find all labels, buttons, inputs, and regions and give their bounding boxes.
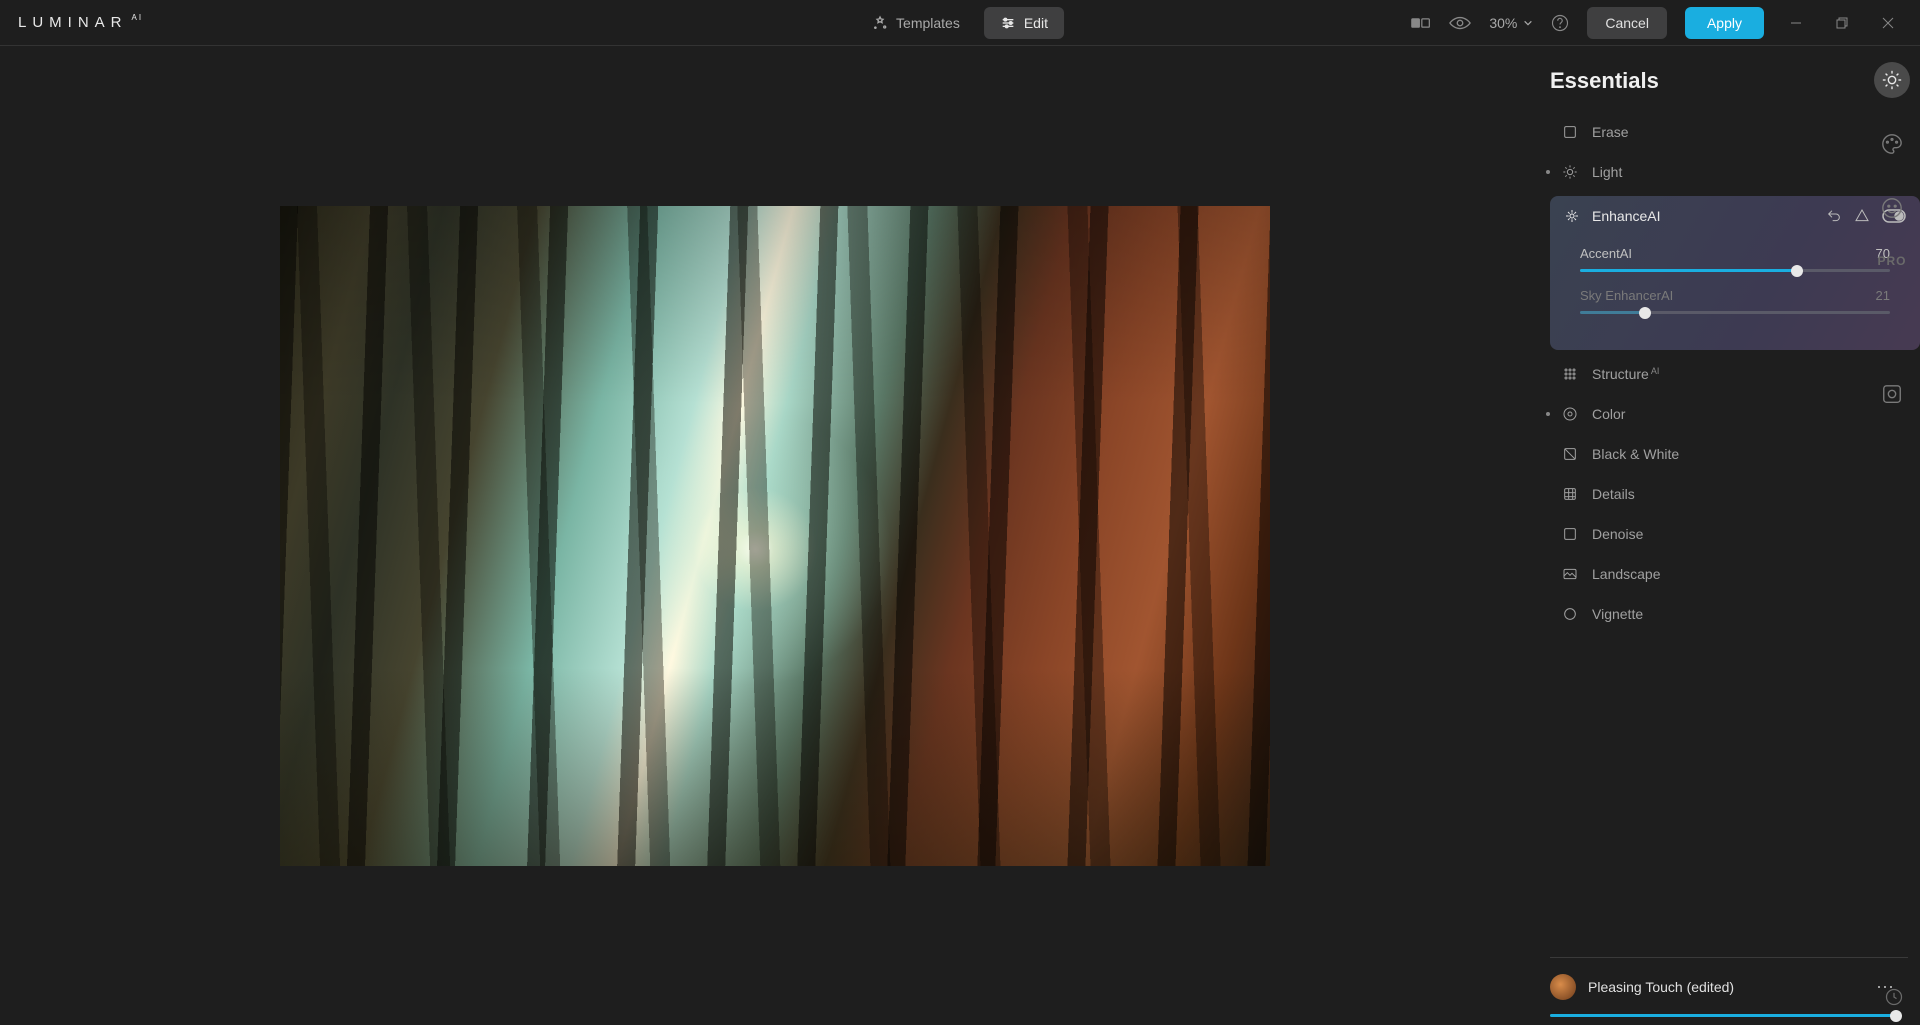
preset-name[interactable]: Pleasing Touch (edited) [1588,979,1864,995]
sky-slider-group: Sky EnhancerAI 21 [1580,288,1890,314]
sky-slider-thumb[interactable] [1639,307,1651,319]
tool-label: Details [1592,486,1635,502]
rail-creative-icon[interactable] [1874,126,1910,162]
history-icon[interactable] [1884,987,1904,1007]
landscape-icon [1562,566,1578,582]
accent-slider[interactable] [1580,269,1890,272]
bw-icon [1562,446,1578,462]
logo-text: LUMINAR [18,14,128,31]
preset-amount-slider[interactable] [1550,1014,1896,1017]
top-bar: LUMINAR AI Templates Edit 30% [0,0,1920,46]
vignette-icon [1562,606,1578,622]
accent-label: Accent [1580,246,1620,261]
rail-local-mask-icon[interactable] [1874,376,1910,412]
undo-icon[interactable] [1826,208,1842,224]
rail-portrait-icon[interactable] [1874,190,1910,226]
apply-button[interactable]: Apply [1685,7,1764,39]
category-rail: PRO [1864,46,1920,412]
zoom-value: 30% [1489,15,1517,31]
tool-label: Light [1592,164,1622,180]
eye-icon[interactable] [1449,15,1471,31]
logo-ai-badge: AI [132,13,144,22]
tool-label: Structure [1592,366,1649,382]
window-close[interactable] [1874,13,1902,33]
accent-slider-thumb[interactable] [1791,265,1803,277]
window-minimize[interactable] [1782,13,1810,33]
ai-badge: AI [1661,288,1673,303]
cancel-button[interactable]: Cancel [1587,7,1667,39]
tool-label: Landscape [1592,566,1661,582]
zoom-dropdown[interactable]: 30% [1489,15,1533,31]
ai-badge: AI [1651,366,1660,376]
tool-label: Denoise [1592,526,1643,542]
tool-vignette[interactable]: Vignette [1550,594,1920,634]
accent-slider-group: AccentAI 70 [1580,246,1890,272]
preset-bar: Pleasing Touch (edited) ⋯ [1550,957,1908,1025]
canvas-area [0,46,1550,1025]
ai-badge: AI [1620,246,1632,261]
tool-label: Erase [1592,124,1629,140]
light-icon [1562,164,1578,180]
erase-icon [1562,124,1578,140]
tool-denoise[interactable]: Denoise [1550,514,1920,554]
rail-essentials-icon[interactable] [1874,62,1910,98]
edit-label: Edit [1024,15,1048,31]
sky-label: Sky Enhancer [1580,288,1661,303]
top-right-controls: 30% Cancel Apply [1411,7,1902,39]
tool-landscape[interactable]: Landscape [1550,554,1920,594]
structure-icon [1562,366,1578,382]
tool-label: Black & White [1592,446,1679,462]
main-area: Essentials Erase Light EnhanceAI [0,46,1920,1025]
edit-tab[interactable]: Edit [984,7,1064,39]
chevron-down-icon [1523,18,1533,28]
sky-slider[interactable] [1580,311,1890,314]
preset-thumbnail[interactable] [1550,974,1576,1000]
window-maximize[interactable] [1828,13,1856,33]
templates-label: Templates [896,15,960,31]
tool-label: Vignette [1592,606,1643,622]
tool-label: Color [1592,406,1625,422]
tool-details[interactable]: Details [1550,474,1920,514]
help-icon[interactable] [1551,14,1569,32]
templates-tab[interactable]: Templates [856,7,976,39]
modified-dot [1546,412,1550,416]
photo-canvas[interactable] [280,206,1270,866]
sliders-icon [1000,15,1016,31]
enhance-label: Enhance [1592,208,1647,224]
app-logo: LUMINAR AI [18,14,143,31]
color-icon [1562,406,1578,422]
tool-bw[interactable]: Black & White [1550,434,1920,474]
templates-icon [872,15,888,31]
modified-dot [1546,170,1550,174]
compare-icon[interactable] [1411,16,1431,30]
mode-tabs: Templates Edit [856,7,1064,39]
rail-pro-label[interactable]: PRO [1877,254,1906,268]
denoise-icon [1562,526,1578,542]
enhance-icon [1564,208,1580,224]
details-icon [1562,486,1578,502]
preset-slider-thumb[interactable] [1890,1010,1902,1022]
ai-badge: AI [1647,208,1660,224]
